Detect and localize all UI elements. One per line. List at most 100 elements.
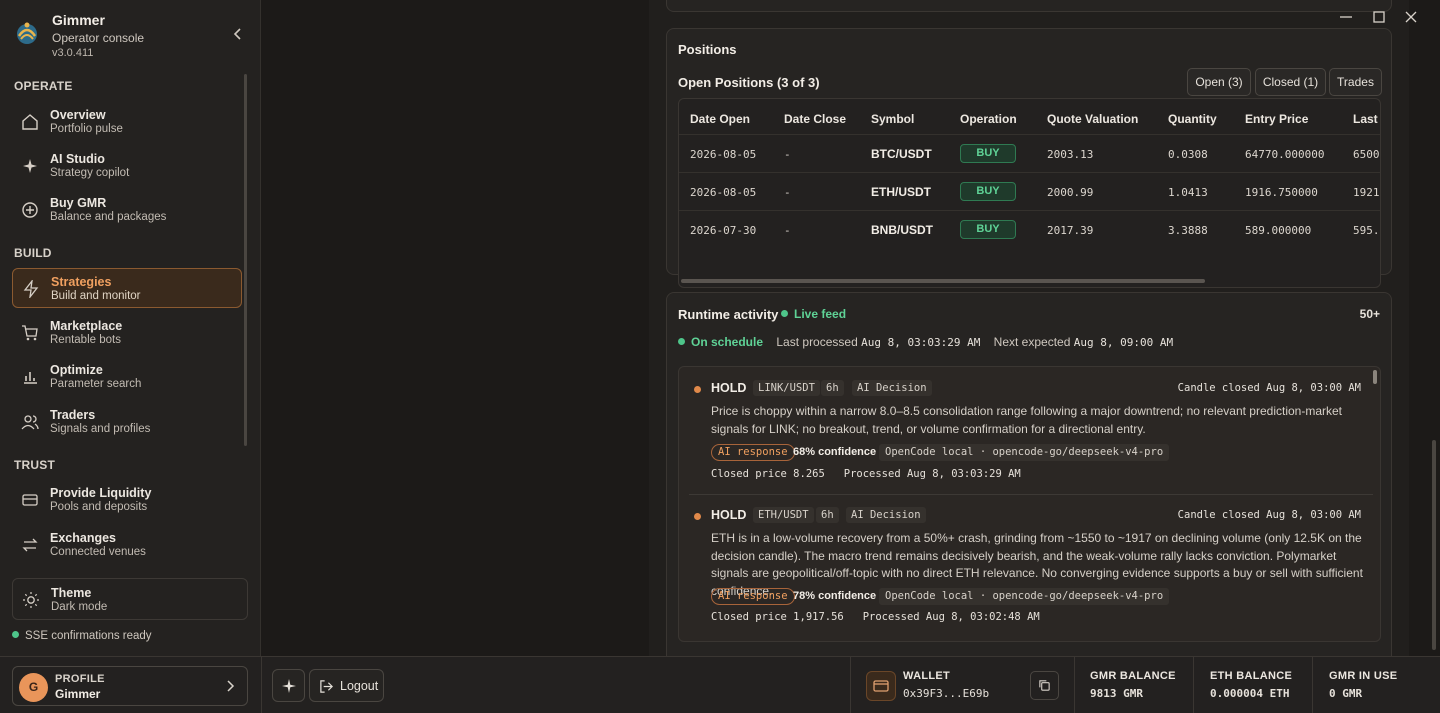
bar-chart-icon: [24, 372, 37, 384]
operation-badge: BUY: [960, 220, 1016, 239]
close-icon[interactable]: [1402, 8, 1420, 26]
page-scrollbar[interactable]: [1432, 440, 1436, 650]
entry-rationale: Price is choppy within a narrow 8.0–8.5 …: [711, 404, 1343, 436]
positions-title: Positions: [678, 42, 737, 57]
minimize-icon[interactable]: [1337, 8, 1355, 26]
sidebar-item-sub: Parameter search: [50, 378, 142, 390]
theme-title: Theme: [51, 586, 92, 600]
tab-trades[interactable]: Trades: [1329, 68, 1382, 96]
previous-card-edge: [666, 0, 1392, 12]
cell-date-open: 2026-08-05: [690, 186, 757, 199]
col-header-date-close[interactable]: Date Close: [784, 112, 846, 126]
cell-symbol: BNB/USDT: [871, 223, 933, 237]
table-row[interactable]: 2026-08-05 - BTC/USDT BUY 2003.13 0.0308…: [679, 134, 1380, 172]
closed-price-line: Closed price 1,917.56 Processed Aug 8, 0…: [711, 611, 1040, 623]
collapse-sidebar-icon[interactable]: [230, 26, 246, 42]
activity-feed[interactable]: HOLD LINK/USDT 6h AI Decision Candle clo…: [678, 366, 1381, 642]
divider: [261, 657, 262, 713]
plus-circle-icon: [22, 202, 38, 218]
col-header-operation[interactable]: Operation: [960, 112, 1017, 126]
sidebar-item-sub: Signals and profiles: [50, 423, 151, 435]
sidebar-item-optimize[interactable]: Optimize Parameter search: [12, 357, 242, 397]
wallet-icon: [866, 671, 896, 701]
section-label-trust: TRUST: [14, 458, 55, 472]
divider: [1074, 657, 1075, 713]
card-icon: [22, 494, 38, 506]
cell-last: 65003: [1353, 148, 1380, 161]
sidebar: Gimmer Operator console v3.0.411 OPERATE…: [0, 0, 261, 656]
logout-button[interactable]: Logout: [309, 669, 384, 702]
profile-button[interactable]: G PROFILE Gimmer: [12, 666, 248, 706]
users-icon: [21, 415, 39, 430]
sidebar-item-ai-studio[interactable]: AI Studio Strategy copilot: [12, 146, 242, 186]
divider: [850, 657, 851, 713]
table-row[interactable]: 2026-07-30 - BNB/USDT BUY 2017.39 3.3888…: [679, 210, 1380, 248]
tab-open[interactable]: Open (3): [1187, 68, 1251, 96]
sidebar-item-buy-gmr[interactable]: Buy GMR Balance and packages: [12, 190, 242, 230]
cell-quote: 2017.39: [1047, 224, 1094, 237]
app-subtitle: Operator console: [52, 31, 145, 45]
timeframe-chip: 6h: [816, 507, 839, 523]
cell-date-close: -: [784, 224, 791, 237]
theme-toggle[interactable]: Theme Dark mode: [12, 578, 248, 620]
gmr-in-use-label: GMR IN USE: [1329, 670, 1398, 682]
kind-chip: AI Decision: [846, 507, 926, 523]
maximize-icon[interactable]: [1370, 8, 1388, 26]
last-processed-label: Last processed: [776, 335, 858, 349]
sidebar-item-overview[interactable]: Overview Portfolio pulse: [12, 102, 242, 142]
ai-response-chip: AI response: [711, 444, 795, 461]
sidebar-item-traders[interactable]: Traders Signals and profiles: [12, 402, 242, 442]
live-dot-icon: [781, 310, 788, 317]
cell-symbol: BTC/USDT: [871, 147, 932, 161]
sidebar-scrollbar[interactable]: [244, 74, 247, 446]
col-header-symbol[interactable]: Symbol: [871, 112, 914, 126]
copy-address-button[interactable]: [1030, 671, 1059, 700]
sidebar-item-sub: Portfolio pulse: [50, 123, 123, 135]
wallet-label: WALLET: [903, 670, 951, 682]
col-header-last-price[interactable]: Last P: [1353, 112, 1380, 126]
col-header-date-open[interactable]: Date Open: [690, 112, 750, 126]
last-processed-value: Aug 8, 03:03:29 AM: [861, 336, 981, 349]
sidebar-item-sub: Build and monitor: [51, 290, 141, 302]
tab-closed[interactable]: Closed (1): [1255, 68, 1326, 96]
cell-symbol: ETH/USDT: [871, 185, 931, 199]
sparkle-icon: [282, 679, 296, 693]
swap-icon: [22, 538, 38, 552]
feed-scrollbar[interactable]: [1373, 370, 1377, 384]
table-row[interactable]: 2026-08-05 - ETH/USDT BUY 2000.99 1.0413…: [679, 172, 1380, 210]
sidebar-item-title: Overview: [50, 108, 106, 122]
col-header-quote-valuation[interactable]: Quote Valuation: [1047, 112, 1138, 126]
bottom-bar: G PROFILE Gimmer Logout WALLET 0x39F3...…: [0, 656, 1440, 713]
profile-name: Gimmer: [55, 687, 101, 701]
operation-badge: BUY: [960, 144, 1016, 163]
sidebar-item-title: Buy GMR: [50, 196, 107, 210]
cell-date-close: -: [784, 186, 791, 199]
cell-last: 1921.: [1353, 186, 1380, 199]
cell-date-open: 2026-08-05: [690, 148, 757, 161]
cell-qty: 3.3888: [1168, 224, 1208, 237]
app-version: v3.0.411: [52, 47, 94, 59]
sidebar-item-exchanges[interactable]: Exchanges Connected venues: [12, 525, 242, 565]
operation-badge: BUY: [960, 182, 1016, 201]
col-header-quantity[interactable]: Quantity: [1168, 112, 1217, 126]
table-horizontal-scrollbar[interactable]: [681, 279, 1205, 283]
sidebar-item-sub: Connected venues: [50, 546, 146, 558]
sidebar-item-title: Marketplace: [50, 319, 123, 333]
status-dot-icon: [12, 631, 19, 638]
sidebar-item-provide-liquidity[interactable]: Provide Liquidity Pools and deposits: [12, 480, 242, 520]
sidebar-item-marketplace[interactable]: Marketplace Rentable bots: [12, 313, 242, 353]
confidence: 78% confidence: [793, 590, 877, 602]
confidence: 68% confidence: [793, 446, 877, 458]
gmr-balance-label: GMR BALANCE: [1090, 670, 1176, 682]
section-label-build: BUILD: [14, 246, 52, 260]
col-header-entry-price[interactable]: Entry Price: [1245, 112, 1308, 126]
activity-entry: HOLD ETH/USDT 6h AI Decision Candle clos…: [679, 494, 1373, 641]
kind-chip: AI Decision: [852, 380, 932, 396]
home-icon: [22, 114, 38, 130]
sidebar-item-strategies[interactable]: Strategies Build and monitor: [12, 268, 242, 308]
ai-assistant-button[interactable]: [272, 669, 305, 702]
gmr-balance-value: 9813 GMR: [1090, 687, 1143, 700]
sidebar-item-sub: Strategy copilot: [50, 167, 130, 179]
divider: [1312, 657, 1313, 713]
cell-date-open: 2026-07-30: [690, 224, 757, 237]
